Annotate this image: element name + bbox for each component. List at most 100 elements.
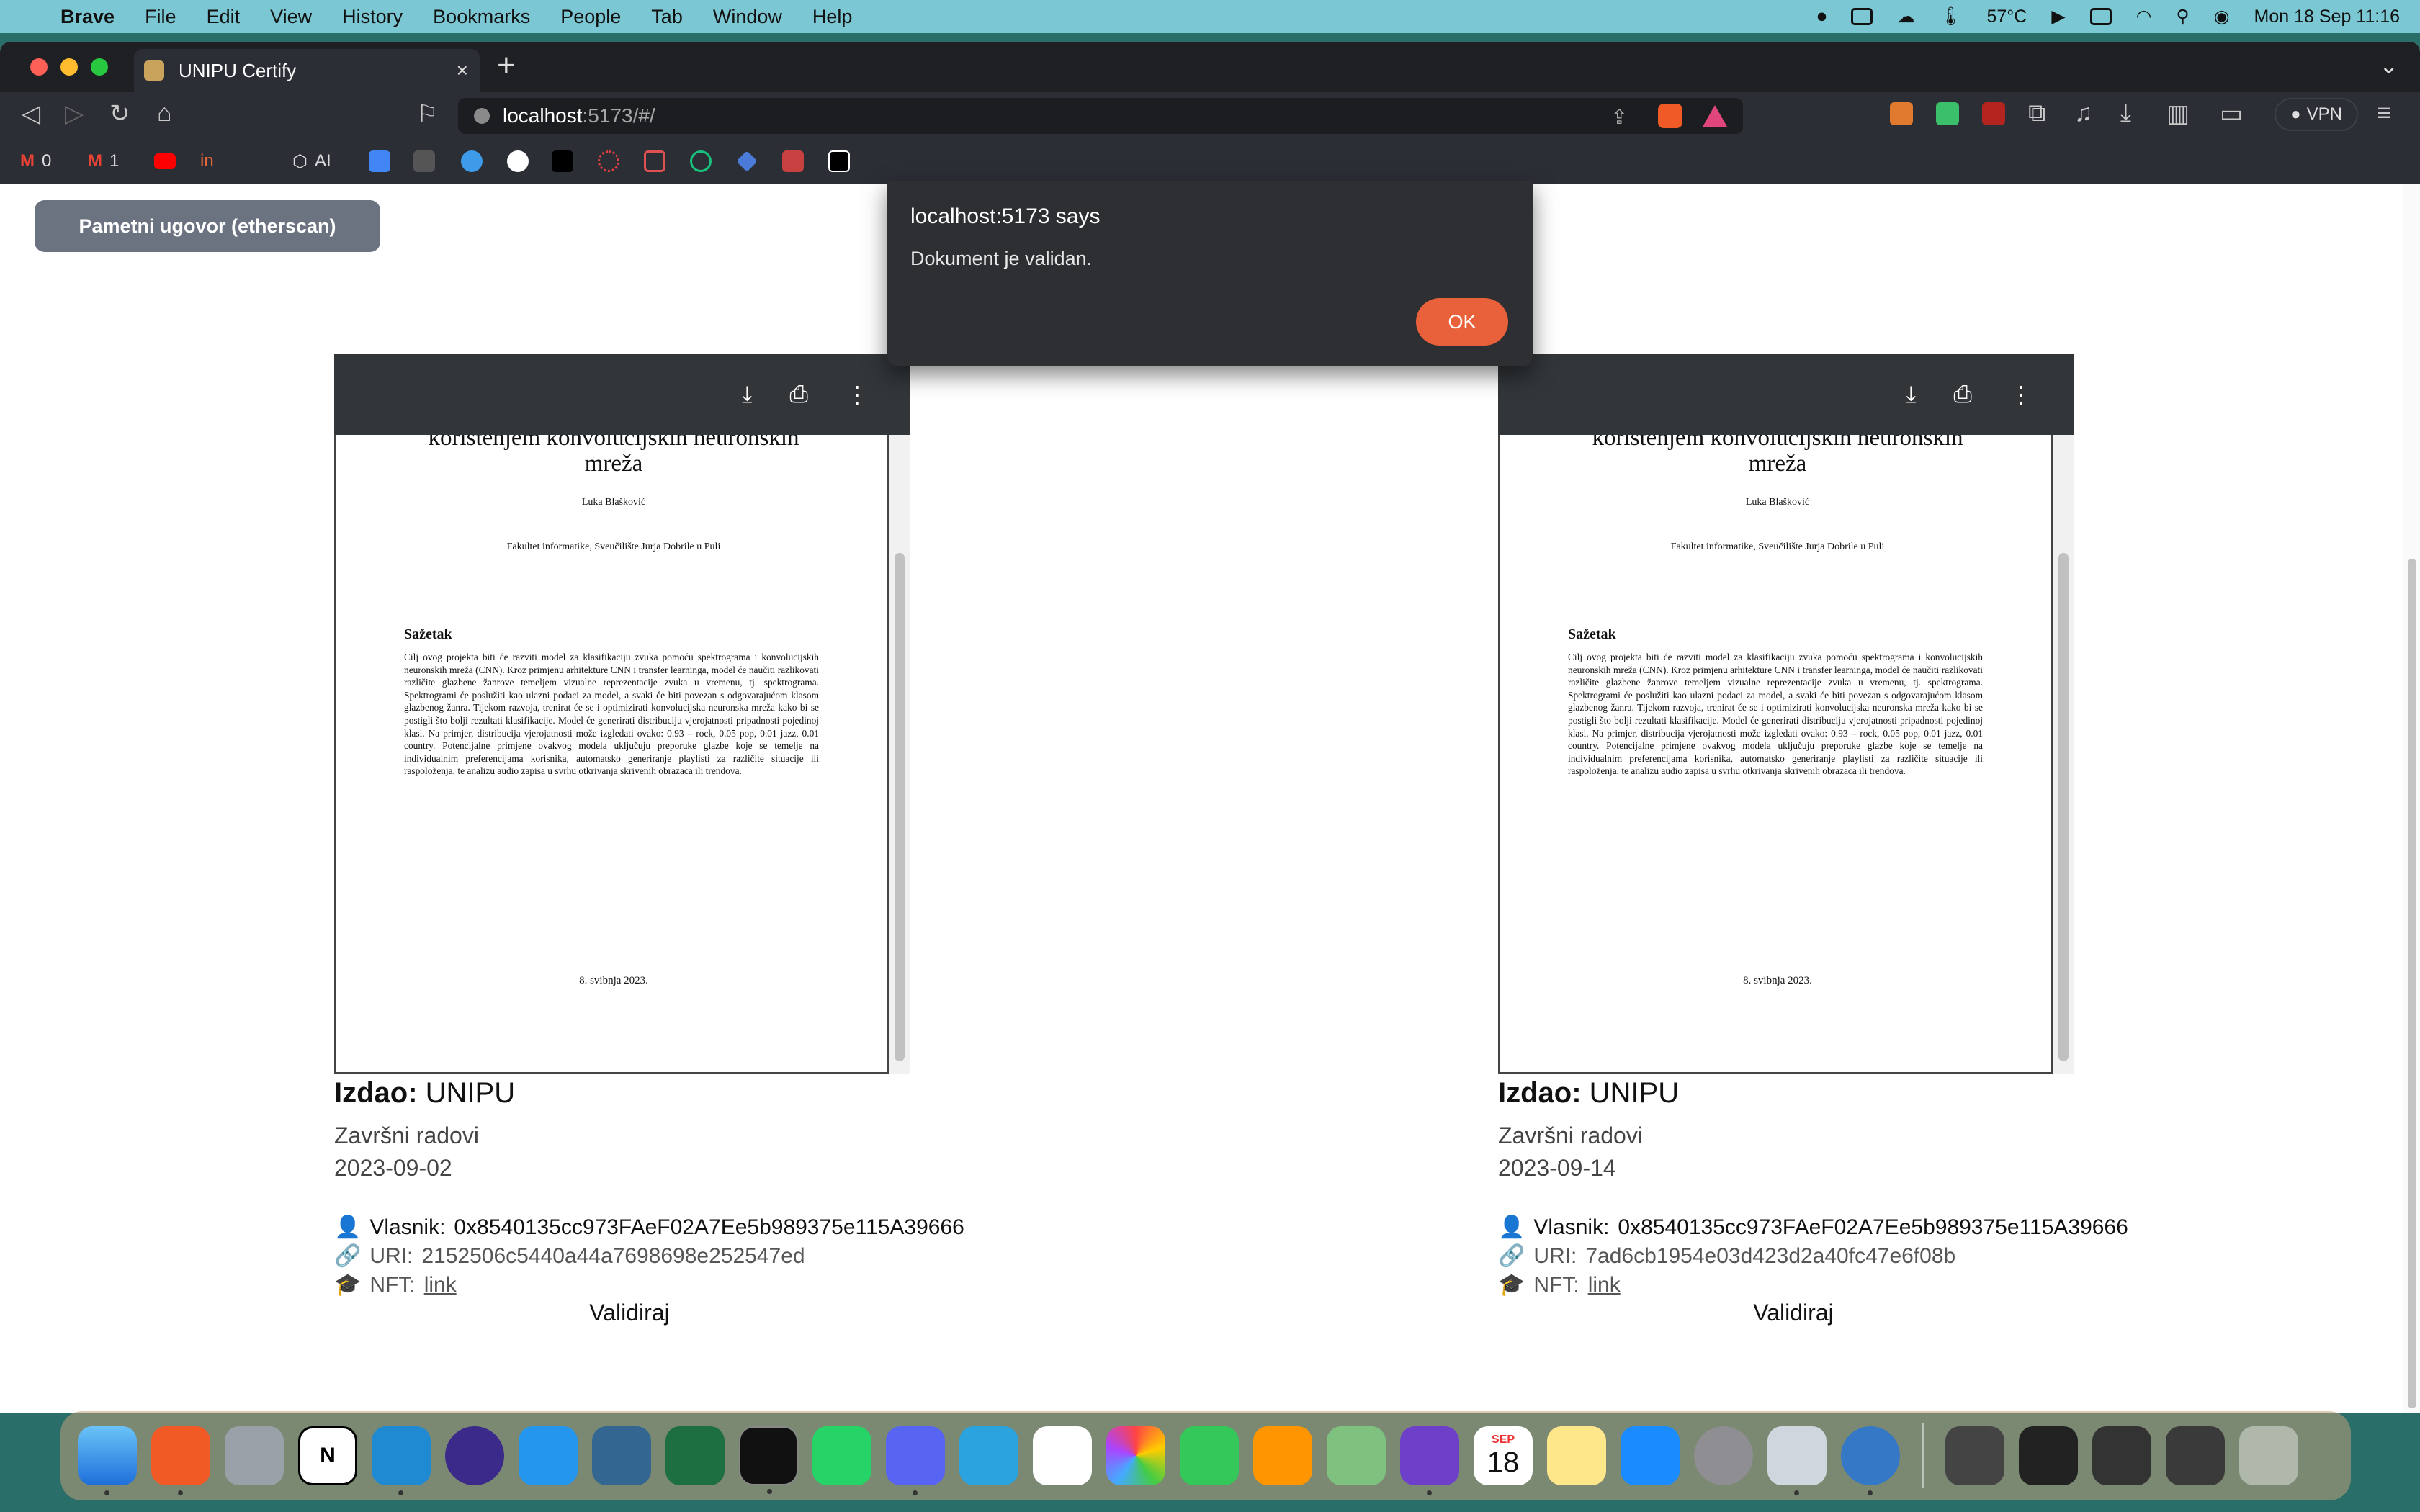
play-icon[interactable]: ▶ (2051, 6, 2065, 27)
menu-file[interactable]: File (145, 6, 176, 28)
new-tab-icon[interactable]: + (497, 48, 516, 84)
menu-help[interactable]: Help (812, 6, 853, 28)
print-icon[interactable]: ⎙ (789, 381, 808, 408)
notes-icon[interactable] (1547, 1426, 1606, 1485)
menu-edit[interactable]: Edit (207, 6, 241, 28)
excel-icon[interactable] (666, 1426, 725, 1485)
minimize-window-icon[interactable] (60, 58, 78, 76)
dialog-ok-button[interactable]: OK (1416, 298, 1508, 346)
calendar-icon[interactable]: SEP 18 (1474, 1426, 1533, 1485)
maps-icon[interactable] (1327, 1426, 1386, 1485)
postgresql-icon[interactable] (592, 1426, 651, 1485)
vscode-icon[interactable] (372, 1426, 431, 1495)
tab-unipu-certify[interactable]: UNIPU Certify × (134, 49, 480, 92)
page-scrollbar[interactable] (2403, 184, 2420, 1413)
bookmark-openai[interactable] (690, 150, 712, 173)
nft-link[interactable]: link (424, 1271, 457, 1300)
terminal-icon[interactable] (739, 1426, 798, 1494)
reload-icon[interactable]: ↻ (109, 99, 130, 128)
temperature-icon[interactable]: 🌡 (1940, 6, 1963, 27)
pdf-scroll-thumb[interactable] (895, 553, 905, 1061)
bookmark-dark[interactable] (552, 150, 573, 173)
menu-app-name[interactable]: Brave (60, 6, 115, 28)
download-icon[interactable]: ⤓ (1906, 381, 1916, 408)
bookmark-youtube[interactable] (154, 150, 176, 173)
downloads-icon[interactable]: ⤓ (2120, 99, 2131, 127)
browser-menu-icon[interactable]: ≡ (2377, 99, 2391, 127)
extensions-puzzle-icon[interactable]: ⧉ (2028, 99, 2045, 127)
discord-icon[interactable] (886, 1426, 945, 1495)
pdf-scroll-thumb[interactable] (2058, 553, 2069, 1061)
bookmark-medium[interactable] (828, 150, 850, 173)
menu-bookmarks[interactable]: Bookmarks (433, 6, 530, 28)
share-icon[interactable]: ⇪ (1611, 105, 1628, 129)
menu-history[interactable]: History (342, 6, 403, 28)
recent-window-1-icon[interactable] (1945, 1426, 2004, 1485)
sidebar-icon[interactable]: ▥ (2166, 99, 2190, 128)
forward-icon[interactable]: ▷ (65, 99, 84, 128)
bookmark-diamond[interactable] (736, 150, 758, 173)
music-icon[interactable]: ♫ (2074, 99, 2093, 127)
bookmark-page-icon[interactable]: ⚐ (416, 99, 438, 128)
menu-window[interactable]: Window (713, 6, 782, 28)
recent-window-4-icon[interactable] (2166, 1426, 2225, 1485)
notion-icon[interactable]: N (298, 1426, 357, 1485)
pdf-scrollbar[interactable] (889, 435, 910, 1074)
slack-icon[interactable] (1033, 1426, 1092, 1485)
quicktime-icon[interactable] (1841, 1426, 1900, 1495)
spotlight-icon[interactable]: ⚲ (2176, 6, 2189, 27)
control-center-icon[interactable]: ◉ (2214, 6, 2230, 27)
battery-icon[interactable] (2089, 8, 2112, 25)
keyboard-icon[interactable] (1850, 8, 1873, 25)
validate-button[interactable]: Validiraj (478, 1300, 781, 1326)
vpn-button[interactable]: ● VPN (2275, 98, 2358, 131)
menu-people[interactable]: People (560, 6, 621, 28)
v-extension-icon[interactable] (1936, 102, 1959, 125)
back-icon[interactable]: ◁ (22, 99, 40, 128)
record-icon[interactable]: ⏺ (1817, 6, 1827, 27)
arc-browser-icon[interactable] (445, 1426, 504, 1485)
bookmark-ai[interactable]: ⬡ AI (292, 150, 331, 173)
zoom-window-icon[interactable] (91, 58, 108, 76)
brave-browser-icon[interactable] (151, 1426, 210, 1495)
books-icon[interactable] (1253, 1426, 1312, 1485)
finder-icon[interactable] (78, 1426, 137, 1495)
wifi-icon[interactable]: ◠ (2136, 6, 2152, 27)
docker-icon[interactable] (519, 1426, 578, 1485)
metamask-extension-icon[interactable] (1890, 102, 1913, 125)
brave-rewards-icon[interactable] (1703, 105, 1727, 127)
home-icon[interactable]: ⌂ (157, 99, 172, 127)
cloud-icon[interactable]: ☁ (1897, 6, 1915, 27)
pdf-viewer-2[interactable]: ⤓ ⎙ ⋮ korištenjem konvolucijskih neurons… (1498, 354, 2074, 1074)
bookmark-github[interactable] (507, 150, 529, 173)
github-desktop-icon[interactable] (1400, 1426, 1459, 1495)
ublock-extension-icon[interactable] (1982, 102, 2005, 125)
pdf-scrollbar[interactable] (2053, 435, 2074, 1074)
messages-icon[interactable] (1180, 1426, 1239, 1485)
print-icon[interactable]: ⎙ (1953, 381, 1972, 408)
menu-tab[interactable]: Tab (651, 6, 683, 28)
system-settings-icon[interactable] (1694, 1426, 1753, 1485)
tab-list-chevron-icon[interactable]: ⌄ (2379, 52, 2398, 79)
app-store-icon[interactable] (1621, 1426, 1680, 1485)
download-icon[interactable]: ⤓ (742, 381, 752, 408)
recent-window-2-icon[interactable] (2019, 1426, 2078, 1485)
site-info-icon[interactable] (474, 108, 490, 124)
close-window-icon[interactable] (30, 58, 48, 76)
temperature-value[interactable]: 57°C (1986, 6, 2027, 27)
photos-icon[interactable] (1106, 1426, 1165, 1485)
page-scroll-thumb[interactable] (2408, 559, 2416, 1408)
close-tab-icon[interactable]: × (457, 59, 468, 82)
smart-contract-etherscan-button[interactable]: Pametni ugovor (etherscan) (35, 200, 380, 252)
menubar-datetime[interactable]: Mon 18 Sep 11:16 (2254, 6, 2400, 27)
recent-window-3-icon[interactable] (2092, 1426, 2151, 1485)
address-bar[interactable]: localhost:5173/#/ ⇪ (458, 98, 1743, 134)
validate-button[interactable]: Validiraj (1642, 1300, 1945, 1326)
preview-icon[interactable] (1767, 1426, 1827, 1495)
brave-shields-icon[interactable] (1658, 104, 1682, 128)
bookmark-gmail-0[interactable]: M0 (20, 150, 51, 173)
bookmark-invision[interactable]: in (200, 150, 214, 173)
bookmark-spinner[interactable] (598, 150, 619, 173)
bookmark-store[interactable] (644, 150, 666, 173)
bookmark-app[interactable] (413, 150, 435, 173)
